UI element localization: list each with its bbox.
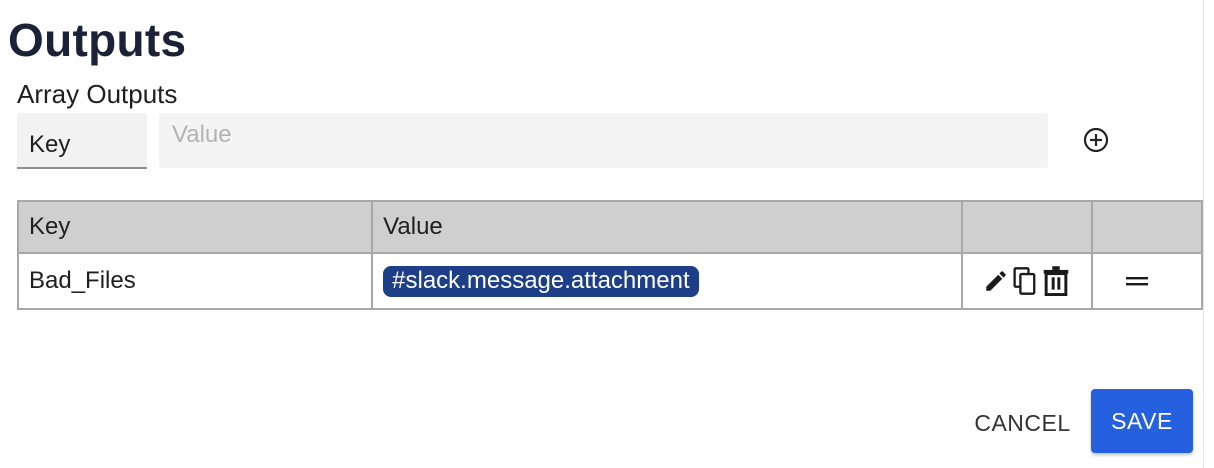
header-actions bbox=[961, 200, 1094, 254]
page-title: Outputs bbox=[8, 14, 187, 66]
row-key-cell: Bad_Files bbox=[16, 252, 374, 310]
section-label: Array Outputs bbox=[17, 79, 178, 109]
save-button[interactable]: SAVE bbox=[1091, 389, 1193, 453]
cancel-button[interactable]: CANCEL bbox=[960, 395, 1085, 451]
table-row: Bad_Files #slack.message.attachment bbox=[16, 252, 1203, 310]
drag-handle-icon[interactable] bbox=[1124, 274, 1150, 288]
value-input[interactable] bbox=[159, 113, 1048, 168]
add-circle-icon[interactable] bbox=[1082, 126, 1110, 154]
table-header-row: Key Value bbox=[16, 200, 1203, 254]
row-actions-cell bbox=[961, 252, 1094, 310]
outputs-table: Key Value Bad_Files #slack.message.attac… bbox=[16, 200, 1203, 310]
header-key: Key bbox=[16, 200, 374, 254]
header-drag bbox=[1091, 200, 1203, 254]
copy-icon[interactable] bbox=[1011, 266, 1039, 296]
key-input[interactable] bbox=[17, 113, 147, 169]
pencil-icon[interactable] bbox=[983, 268, 1009, 294]
row-drag-cell bbox=[1091, 252, 1203, 310]
value-chip: #slack.message.attachment bbox=[383, 265, 699, 297]
panel-border bbox=[1203, 0, 1204, 468]
header-value: Value bbox=[371, 200, 964, 254]
row-value-cell: #slack.message.attachment bbox=[371, 252, 964, 310]
trash-icon[interactable] bbox=[1041, 265, 1071, 297]
